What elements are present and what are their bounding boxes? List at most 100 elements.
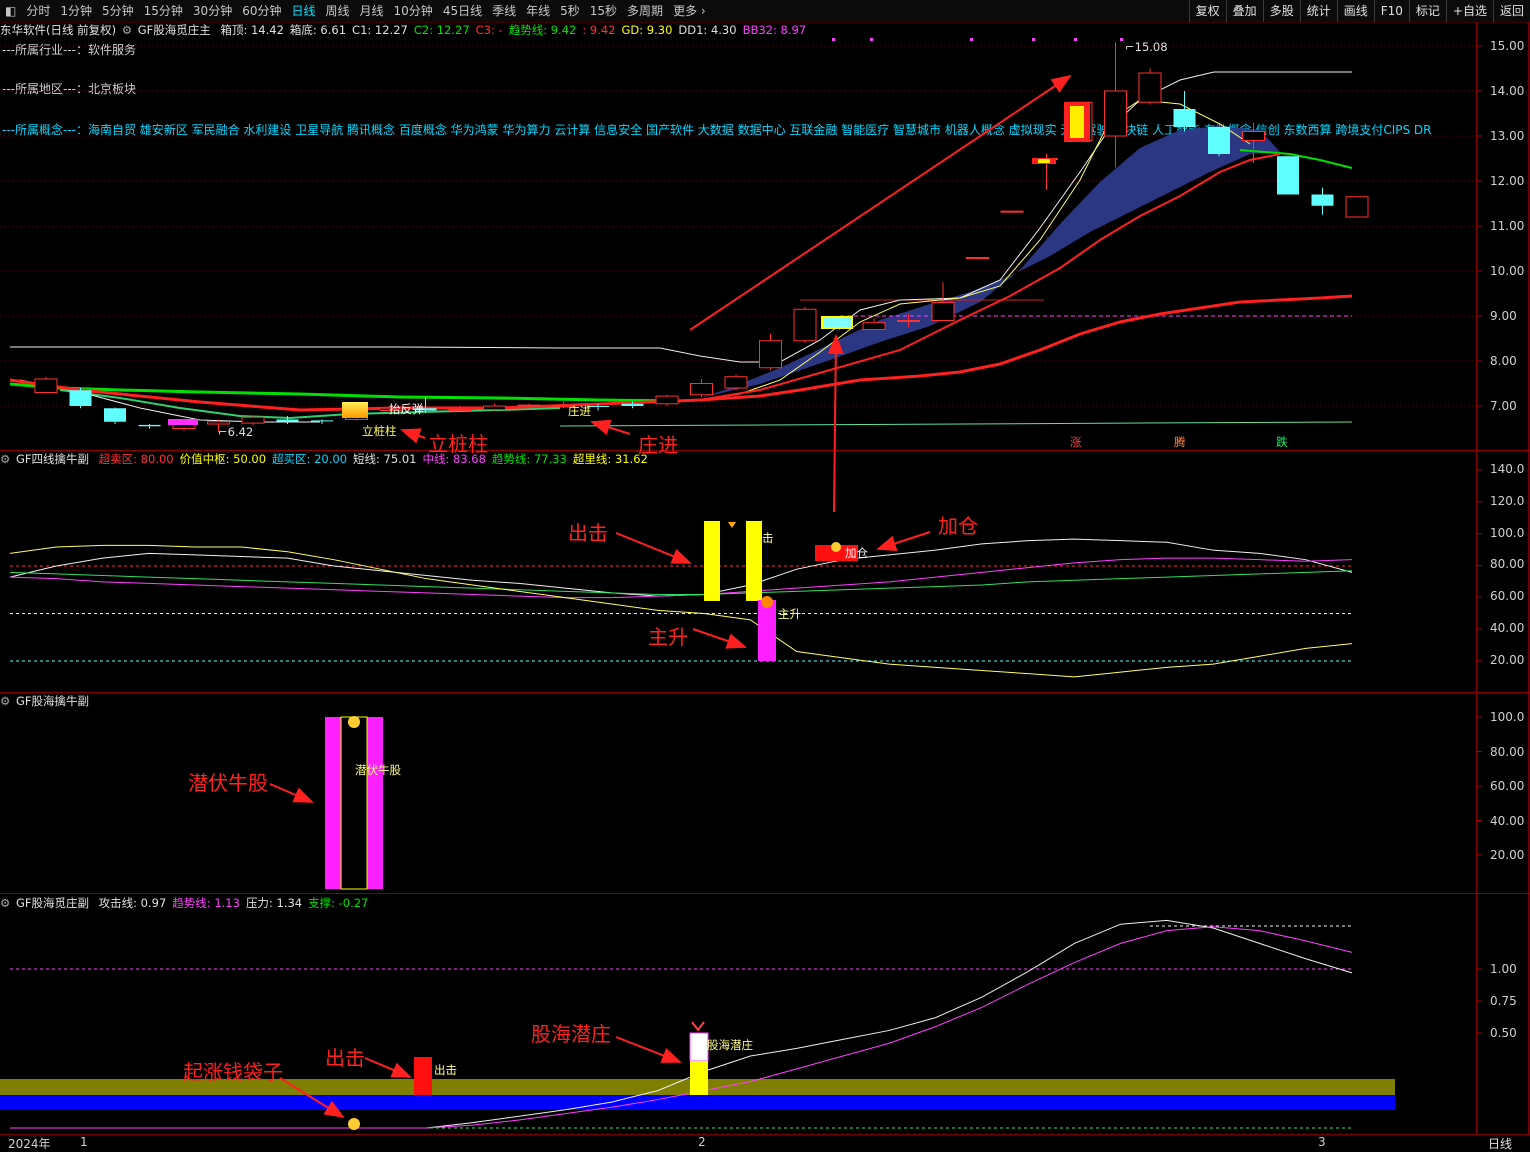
add-position-mark: 加仓 xyxy=(845,546,868,560)
latent-bull-frame xyxy=(340,716,368,890)
panel2-series-line xyxy=(9,544,1353,678)
main-rise-mark: 主升 xyxy=(778,607,801,621)
diamond-icon xyxy=(728,522,736,528)
signal-cyan-block xyxy=(821,316,853,329)
candle-body xyxy=(793,308,817,342)
latent-bull-bar-right xyxy=(367,717,383,889)
candle-body xyxy=(759,340,782,369)
candle-body xyxy=(207,421,230,425)
panel-frames xyxy=(0,22,1530,1134)
main-rise-bar xyxy=(758,600,776,661)
y-tick-label: 60.00 xyxy=(1490,779,1525,793)
attack-mark: 击 xyxy=(762,531,774,545)
support-line xyxy=(559,421,1353,427)
candle-body xyxy=(966,257,989,259)
annotation-main-rise: 主升 xyxy=(648,625,688,649)
up-arrow-icon xyxy=(761,596,773,608)
candle-body xyxy=(276,419,299,422)
latent-dealer-bar-top xyxy=(689,1032,709,1062)
x-label-mar: 3 xyxy=(1318,1135,1326,1149)
min-price-label: ⌐6.42 xyxy=(218,425,254,439)
support-band xyxy=(0,1095,1395,1110)
candle-body xyxy=(862,322,886,330)
candle-body xyxy=(138,424,161,427)
panel2-series-line xyxy=(9,538,1353,597)
y-tick-label: 120.0 xyxy=(1490,493,1525,508)
red-cloud-edge xyxy=(699,153,1281,401)
price-grid xyxy=(0,45,1482,407)
candle-body xyxy=(931,302,955,321)
time-axis xyxy=(0,1134,1530,1152)
candle-body xyxy=(1000,210,1024,213)
y-tick-label: 60.00 xyxy=(1490,589,1525,604)
add-position-arrow xyxy=(827,334,844,513)
x-label-feb: 2 xyxy=(698,1135,706,1149)
latent-dealer-bar-bottom xyxy=(690,1061,708,1095)
candle-body xyxy=(621,403,644,406)
x-label-jan: 1 xyxy=(80,1135,88,1149)
candle-body xyxy=(690,383,713,396)
y-tick-label: 40.00 xyxy=(1490,813,1525,828)
attack-bar-right xyxy=(746,521,762,601)
upper-envelope xyxy=(10,71,1352,363)
panel2-series-line xyxy=(9,570,1353,596)
candle-body xyxy=(897,320,920,322)
dealer-enter-mark: 庄进 xyxy=(568,404,591,418)
candle-body xyxy=(1104,90,1127,137)
candle-body xyxy=(104,408,126,422)
signal-magenta-bar xyxy=(168,419,198,425)
y-tick-label: 11.00 xyxy=(1490,219,1525,233)
y-tick-label: 20.00 xyxy=(1490,848,1525,862)
candle-body xyxy=(655,395,679,405)
y-tick-label: 0.50 xyxy=(1490,1026,1517,1040)
money-bag-icon xyxy=(831,542,841,552)
candle-body xyxy=(1138,72,1162,103)
signal-gold-block xyxy=(342,402,368,418)
short-white-line xyxy=(19,379,320,423)
annotation-latent-bull: 潜伏牛股 xyxy=(188,771,268,795)
candle-body xyxy=(69,390,92,406)
y-tick-label: 20.00 xyxy=(1490,652,1525,667)
latent-bull-mark: 潜伏牛股 xyxy=(355,763,401,777)
fall-mark: 跌 xyxy=(1276,435,1288,449)
annotation-attack: 出击 xyxy=(568,521,608,545)
trend-arrow xyxy=(689,74,1072,331)
annotation-money-bag: 起涨钱袋子 xyxy=(183,1060,283,1084)
period-label[interactable]: 日线 xyxy=(1488,1135,1512,1152)
max-price-label: ⌐15.08 xyxy=(1125,40,1168,54)
candlesticks xyxy=(34,42,1369,433)
candle-body xyxy=(34,378,58,393)
latent-dealer-mark: 股海潜庄 xyxy=(707,1038,753,1052)
y-tick-label: 100.0 xyxy=(1490,525,1525,540)
candle-body xyxy=(1311,194,1334,206)
latent-bull-bar-left xyxy=(325,717,341,889)
candle-body xyxy=(448,409,472,412)
y-tick-label: 100.0 xyxy=(1490,710,1525,724)
annotation-add-position: 加仓 xyxy=(938,514,978,538)
candle-body xyxy=(1208,127,1230,154)
attack-bar-left xyxy=(704,521,720,601)
candle-body xyxy=(517,404,541,407)
y-tick-label: 10.00 xyxy=(1490,264,1525,278)
y-tick-label: 80.00 xyxy=(1490,744,1525,759)
x-label-year: 2024年 xyxy=(8,1137,51,1151)
annotation-dealer-enter: 庄进 xyxy=(638,433,678,457)
attack-signal-bar xyxy=(414,1057,432,1095)
y-tick-label: 80.00 xyxy=(1490,557,1525,572)
stock-chart-canvas[interactable] xyxy=(0,0,1530,1151)
y-tick-label: 7.00 xyxy=(1490,399,1517,413)
annotation-latent-dealer: 股海潜庄 xyxy=(531,1022,611,1046)
y-tick-label: 12.00 xyxy=(1490,174,1525,188)
trend-cloud-band xyxy=(700,126,1280,398)
candle-body xyxy=(724,376,748,389)
soar-mark: 腾 xyxy=(1174,435,1186,449)
annotation-pile: 立桩柱 xyxy=(428,432,488,456)
crown-icon xyxy=(691,1021,705,1032)
candle-body xyxy=(241,416,265,424)
y-tick-label: 0.75 xyxy=(1490,994,1517,1008)
rebound-mark: 抬反弹 xyxy=(389,402,424,416)
y-tick-label: 140.0 xyxy=(1490,462,1525,476)
candle-body xyxy=(1277,156,1299,195)
y-tick-label: 13.00 xyxy=(1490,129,1525,143)
y-tick-label: 14.00 xyxy=(1490,84,1525,98)
